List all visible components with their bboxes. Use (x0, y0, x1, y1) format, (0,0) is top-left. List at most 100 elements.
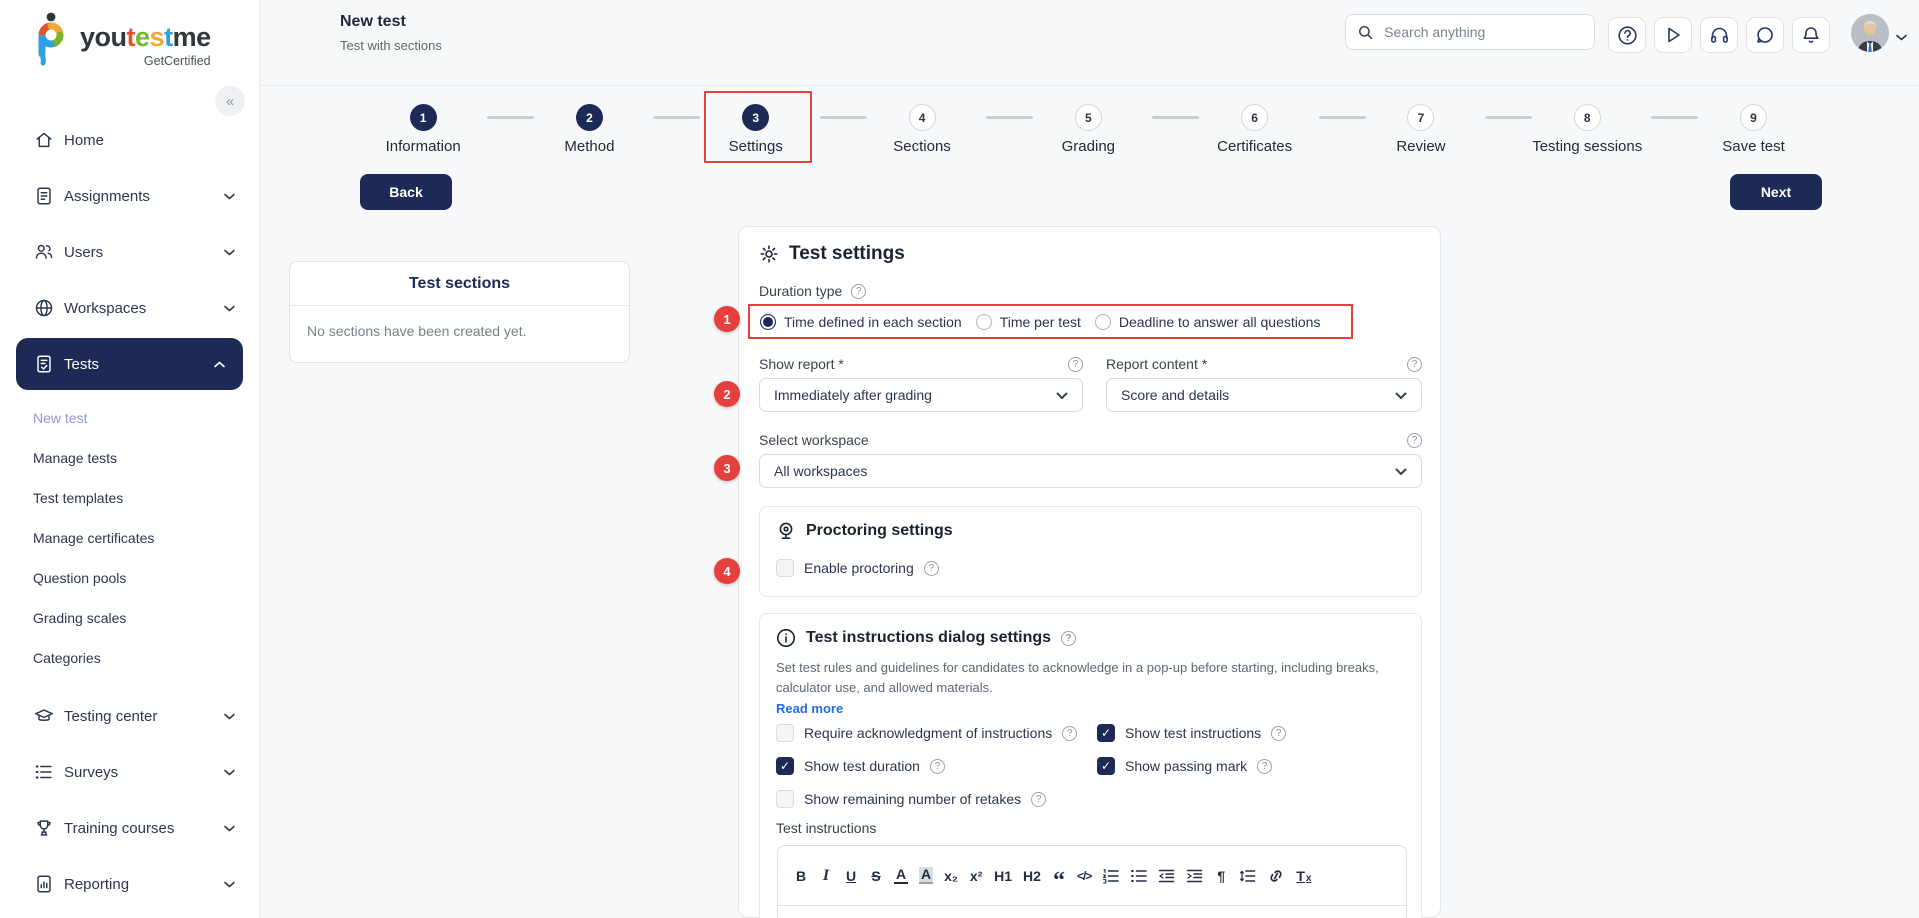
help-icon[interactable]: ? (1407, 432, 1422, 448)
help-icon[interactable]: ? (851, 283, 867, 299)
bold-icon[interactable]: B (794, 868, 808, 884)
report-content-label: Report content * (1106, 356, 1208, 372)
clear-formatting-icon[interactable]: Tx (1296, 867, 1311, 885)
submenu-item-question-pools[interactable]: Question pools (0, 558, 259, 598)
sidebar-item-settings-partial[interactable] (0, 912, 259, 918)
enable-proctoring-checkbox[interactable] (776, 559, 794, 577)
heading1-icon[interactable]: H1 (994, 868, 1012, 884)
sidebar-nav: Home Assignments Users Workspaces Tests (0, 112, 259, 918)
superscript-icon[interactable]: x² (969, 868, 983, 884)
subscript-icon[interactable]: x₂ (944, 868, 958, 884)
submenu-item-categories[interactable]: Categories (0, 638, 259, 678)
help-icon[interactable]: ? (1271, 725, 1287, 741)
messages-button[interactable] (1746, 17, 1784, 53)
step-testing-sessions[interactable]: 8 Testing sessions (1504, 92, 1699, 155)
app-window: youtestme GetCertified « Home Assignment… (0, 0, 1919, 918)
editor-content-area[interactable] (778, 906, 1406, 918)
radio-deadline-all-questions[interactable]: Deadline to answer all questions (1094, 313, 1320, 330)
step-information[interactable]: 1 Information (340, 92, 535, 155)
next-button[interactable]: Next (1730, 174, 1822, 210)
user-avatar[interactable] (1851, 14, 1889, 52)
help-icon[interactable]: ? (1031, 791, 1047, 807)
text-color-icon[interactable]: A (894, 866, 908, 885)
submenu-item-grading-scales[interactable]: Grading scales (0, 598, 259, 638)
show-test-instructions-checkbox-row[interactable]: Show test instructions ? (1097, 724, 1287, 742)
show-passing-mark-checkbox[interactable] (1097, 757, 1115, 775)
step-save-test[interactable]: 9 Save test (1670, 92, 1836, 155)
help-button[interactable] (1608, 17, 1646, 53)
line-height-icon[interactable] (1239, 868, 1256, 884)
show-report-label-row: Show report * ? (759, 356, 1083, 372)
show-remaining-retakes-checkbox-row[interactable]: Show remaining number of retakes ? (776, 790, 1047, 808)
italic-icon[interactable]: I (819, 867, 833, 885)
step-grading[interactable]: 5 Grading (1005, 92, 1200, 155)
radio-control[interactable] (975, 313, 992, 330)
step-settings[interactable]: 3 Settings (673, 92, 868, 155)
sidebar-item-training-courses[interactable]: Training courses (0, 800, 259, 856)
step-review[interactable]: 7 Review (1338, 92, 1533, 155)
help-icon[interactable]: ? (923, 560, 939, 576)
radio-time-per-test[interactable]: Time per test (975, 313, 1081, 330)
sidebar-item-surveys[interactable]: Surveys (0, 744, 259, 800)
radio-selected-control[interactable] (760, 313, 776, 330)
help-icon[interactable]: ? (1061, 630, 1077, 646)
bullet-list-icon[interactable] (1130, 868, 1148, 884)
show-passing-mark-checkbox-row[interactable]: Show passing mark ? (1097, 757, 1273, 775)
proctoring-title: Proctoring settings (806, 522, 953, 539)
show-test-instructions-checkbox[interactable] (1097, 724, 1115, 742)
read-more-link[interactable]: Read more (776, 701, 843, 716)
chevron-down-icon (224, 881, 235, 888)
submenu-item-manage-tests[interactable]: Manage tests (0, 438, 259, 478)
indent-icon[interactable] (1186, 868, 1203, 884)
link-icon[interactable] (1267, 868, 1285, 884)
step-sections[interactable]: 4 Sections (839, 92, 1034, 155)
help-icon[interactable]: ? (1062, 725, 1078, 741)
graduation-cap-icon (35, 709, 53, 721)
strikethrough-icon[interactable]: S (869, 868, 883, 884)
code-icon[interactable]: </> (1077, 869, 1092, 883)
submenu-item-new-test[interactable]: New test (0, 398, 259, 438)
sidebar-item-tests[interactable]: Tests (16, 338, 243, 390)
notifications-button[interactable] (1792, 17, 1830, 53)
show-test-duration-checkbox-row[interactable]: Show test duration ? (776, 757, 945, 775)
submenu-item-manage-certificates[interactable]: Manage certificates (0, 518, 259, 558)
radio-control[interactable] (1094, 313, 1111, 330)
sidebar-item-workspaces[interactable]: Workspaces (0, 280, 259, 336)
highlight-color-icon[interactable]: A (919, 866, 934, 885)
require-acknowledgment-checkbox-row[interactable]: Require acknowledgment of instructions ? (776, 724, 1078, 742)
help-icon[interactable]: ? (1407, 356, 1422, 372)
question-circle-icon (1617, 25, 1637, 45)
show-test-duration-checkbox[interactable] (776, 757, 794, 775)
heading2-icon[interactable]: H2 (1023, 868, 1041, 884)
show-report-dropdown[interactable]: Immediately after grading (759, 378, 1083, 412)
blockquote-icon[interactable]: “ (1052, 866, 1066, 893)
workspace-dropdown[interactable]: All workspaces (759, 454, 1422, 488)
text-direction-icon[interactable]: ¶ (1214, 868, 1228, 884)
sidebar-item-users[interactable]: Users (0, 224, 259, 280)
require-acknowledgment-checkbox[interactable] (776, 724, 794, 742)
radio-time-per-section[interactable]: Time defined in each section (760, 313, 962, 330)
sidebar-item-home[interactable]: Home (0, 112, 259, 168)
sidebar-item-reporting[interactable]: Reporting (0, 856, 259, 912)
step-method[interactable]: 2 Method (506, 92, 701, 155)
search-input[interactable] (1382, 23, 1582, 41)
enable-proctoring-checkbox-row[interactable]: Enable proctoring ? (776, 559, 939, 577)
back-button[interactable]: Back (360, 174, 452, 210)
sidebar-item-assignments[interactable]: Assignments (0, 168, 259, 224)
submenu-item-test-templates[interactable]: Test templates (0, 478, 259, 518)
support-button[interactable] (1700, 17, 1738, 53)
help-icon[interactable]: ? (1068, 356, 1083, 372)
show-remaining-retakes-checkbox[interactable] (776, 790, 794, 808)
step-certificates[interactable]: 6 Certificates (1171, 92, 1366, 155)
help-icon[interactable]: ? (929, 758, 945, 774)
sidebar-item-testing-center[interactable]: Testing center (0, 688, 259, 744)
underline-icon[interactable]: U (844, 868, 858, 884)
chevron-down-icon (224, 713, 235, 720)
annotation-badge-2: 2 (714, 381, 740, 407)
annotation-badge-3: 3 (714, 455, 740, 481)
tutorials-button[interactable] (1654, 17, 1692, 53)
ordered-list-icon[interactable] (1102, 868, 1120, 884)
help-icon[interactable]: ? (1257, 758, 1273, 774)
outdent-icon[interactable] (1158, 868, 1175, 884)
report-content-dropdown[interactable]: Score and details (1106, 378, 1422, 412)
